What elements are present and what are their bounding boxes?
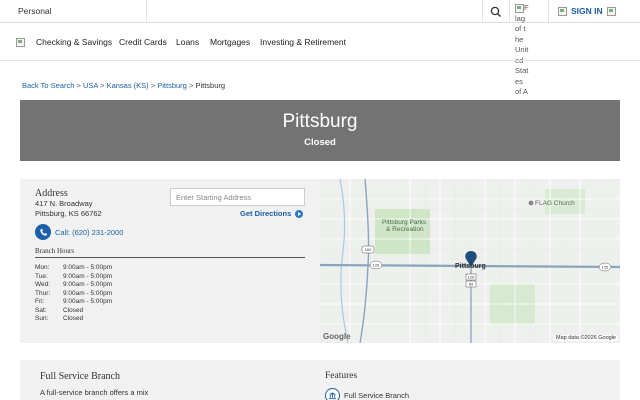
hours-time: 9:00am - 5:00pm [63, 272, 113, 280]
divider [35, 257, 305, 258]
get-directions-button[interactable]: Get Directions [240, 209, 304, 218]
address-street: 417 N. Broadway [35, 199, 93, 208]
sign-in-button[interactable]: SIGN IN [558, 6, 616, 16]
get-directions-label: Get Directions [240, 209, 292, 218]
hours-time: 9:00am - 5:00pm [63, 281, 113, 288]
hours-row: Thur: 9:00am - 5:00pm [35, 290, 112, 297]
main-nav: Checking & Savings Credit Cards Loans Mo… [0, 24, 640, 61]
hours-time: Closed [63, 306, 84, 314]
address-heading: Address [35, 188, 68, 199]
hours-row: Wed: 9:00am - 5:00pm [35, 281, 112, 288]
map-attribution[interactable]: Map data ©2026 Google [553, 335, 618, 341]
features-heading: Features [325, 371, 358, 381]
service-section: Full Service Branch A full-service branc… [20, 360, 620, 400]
bank-building-icon [325, 388, 340, 400]
breadcrumb-kansas[interactable]: Kansas (KS) [107, 81, 149, 90]
address-city: Pittsburg, KS 66762 [35, 209, 102, 218]
sign-in-label: SIGN IN [571, 6, 603, 16]
service-title: Full Service Branch [40, 371, 120, 382]
bank-logo-icon[interactable] [16, 38, 25, 47]
arrow-right-circle-icon [295, 209, 304, 218]
divider [482, 0, 483, 23]
nav-item-checking-savings[interactable]: Checking & Savings [36, 37, 112, 47]
nav-item-loans[interactable]: Loans [176, 37, 199, 47]
map-town-label: Pittsburg [455, 263, 486, 270]
feature-label: Full Service Branch [344, 391, 410, 400]
hours-day: Sun: [35, 315, 49, 322]
hours-time: Closed [63, 315, 84, 322]
hours-row: Sun: Closed [35, 315, 83, 322]
hours-day: Fri: [35, 298, 45, 305]
breadcrumb-current: Pittsburg [195, 81, 226, 90]
route-shield-label: 160 [365, 247, 372, 252]
breadcrumb: Back To Search > USA > Kansas (KS) > Pit… [22, 81, 225, 90]
hours-day: Wed: [35, 281, 51, 288]
nav-item-mortgages[interactable]: Mortgages [210, 37, 250, 47]
hours-row: Tue: 9:00am - 5:00pm [35, 273, 112, 280]
breadcrumb-back-to-search[interactable]: Back To Search [22, 81, 74, 90]
breadcrumb-separator: > [100, 81, 105, 90]
flag-icon [515, 3, 524, 13]
segment-personal[interactable]: Personal [18, 6, 52, 16]
divider [509, 0, 510, 23]
branch-map[interactable]: 160 126 126 126 69 Pittsburg Parks & Rec… [320, 179, 620, 343]
breadcrumb-separator: > [188, 81, 194, 90]
page-title: Pittsburg [282, 111, 358, 132]
lock-icon [558, 6, 567, 16]
phone-icon [35, 224, 51, 240]
map-canvas: 160 126 126 126 69 [320, 179, 620, 343]
nav-item-investing-retirement[interactable]: Investing & Retirement [260, 37, 346, 47]
divider [146, 0, 147, 23]
hours-row: Sat: Closed [35, 307, 83, 314]
starting-address-input[interactable] [170, 188, 305, 206]
chevron-image-icon [606, 6, 616, 16]
route-shield-label: 126 [468, 275, 475, 280]
hours-row: Fri: 9:00am - 5:00pm [35, 298, 112, 305]
nav-item-credit-cards[interactable]: Credit Cards [119, 37, 167, 47]
hours-day: Mon: [35, 264, 50, 271]
service-description: A full-service branch offers a mix [40, 388, 149, 397]
hours-row: Mon: 9:00am - 5:00pm [35, 264, 112, 271]
phone-number: Call: (620) 231-2000 [55, 227, 124, 237]
hours-day: Tue: [35, 272, 48, 280]
route-shield-label: 126 [373, 263, 380, 268]
breadcrumb-pittsburg-link[interactable]: Pittsburg [157, 81, 187, 90]
branch-hero: Pittsburg Closed [20, 100, 620, 161]
route-shield-label: 126 [602, 265, 609, 270]
breadcrumb-usa[interactable]: USA [83, 81, 98, 90]
branch-hours-heading: Branch Hours [35, 247, 75, 255]
hours-time: 9:00am - 5:00pm [63, 264, 113, 271]
feature-item: Full Service Branch [325, 388, 409, 400]
hours-day: Sat: [35, 306, 47, 314]
map-park-label: Pittsburg Parks [382, 219, 427, 226]
route-shield-label: 69 [469, 282, 474, 287]
map-park-label: & Recreation [386, 226, 424, 233]
top-bar: Personal SIGN IN [0, 0, 640, 23]
status-badge: Closed [304, 137, 336, 148]
hours-time: 9:00am - 5:00pm [63, 289, 113, 297]
map-church-label: FLAG Church [535, 200, 575, 207]
hours-time: 9:00am - 5:00pm [63, 298, 113, 305]
search-icon[interactable] [489, 5, 503, 19]
breadcrumb-separator: > [76, 81, 81, 90]
divider [548, 0, 549, 23]
branch-info-card: Address 417 N. Broadway Pittsburg, KS 66… [20, 179, 320, 343]
google-logo[interactable]: Google [323, 332, 351, 341]
hours-day: Thur: [35, 289, 51, 297]
call-link[interactable]: Call: (620) 231-2000 [35, 224, 123, 240]
breadcrumb-separator: > [150, 81, 156, 90]
